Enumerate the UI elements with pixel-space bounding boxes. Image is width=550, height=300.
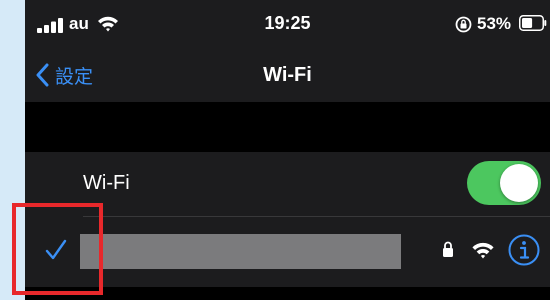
lock-icon xyxy=(443,241,453,257)
wifi-signal-icon xyxy=(472,242,494,259)
section-spacer xyxy=(25,102,550,152)
toggle-knob xyxy=(500,164,538,202)
phone-screen: au 19:25 53% 設定 Wi-Fi Wi-Fi xyxy=(25,0,550,300)
page-title: Wi-Fi xyxy=(263,64,312,86)
wifi-toggle-row: Wi-Fi xyxy=(25,152,550,216)
checkmark-icon xyxy=(45,239,67,260)
status-bar: au 19:25 53% xyxy=(25,0,550,50)
bottom-spacer xyxy=(25,287,550,300)
battery-percent: 53% xyxy=(477,14,512,33)
network-name-redacted xyxy=(80,234,401,269)
connected-network-row[interactable] xyxy=(25,217,550,287)
wifi-toggle-switch[interactable] xyxy=(467,161,541,205)
rotation-lock-icon xyxy=(455,16,472,33)
wifi-toggle-label: Wi-Fi xyxy=(83,172,130,194)
info-icon[interactable] xyxy=(507,233,541,267)
navigation-bar: 設定 Wi-Fi xyxy=(25,50,550,102)
battery-icon xyxy=(519,15,547,31)
